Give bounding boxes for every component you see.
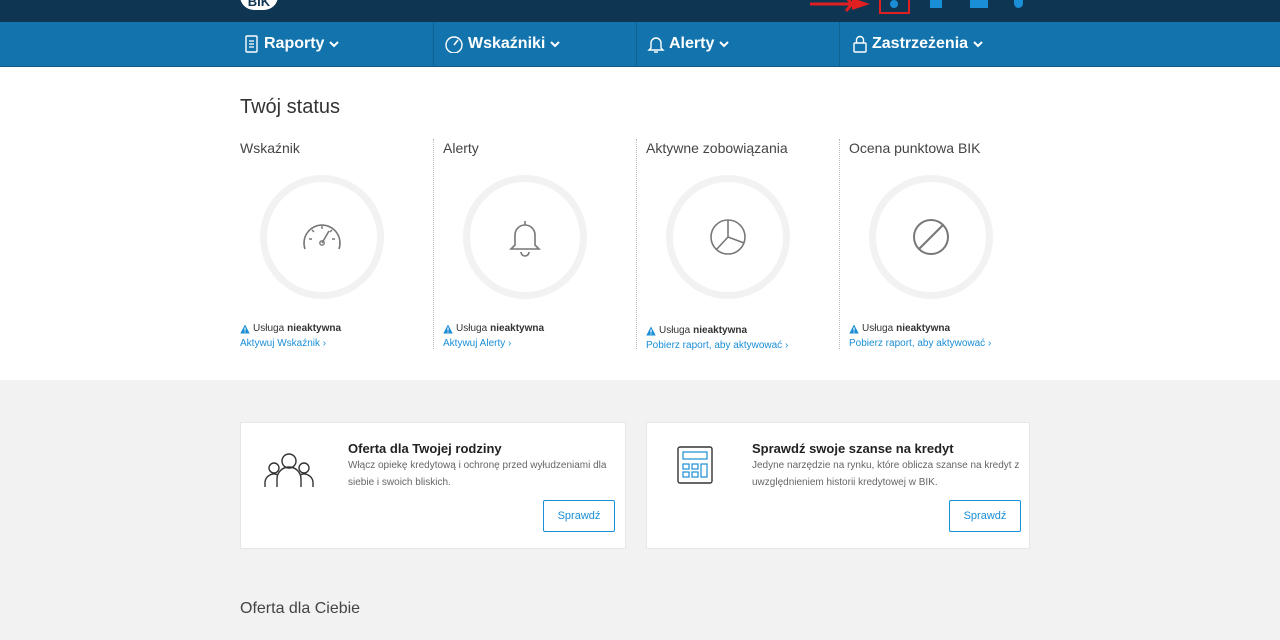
document-icon bbox=[245, 35, 258, 53]
card-title: Aktywne zobowiązania bbox=[646, 140, 788, 156]
nav-item-zastrzezenia[interactable]: Zastrzeżenia bbox=[852, 22, 987, 66]
nav-divider bbox=[839, 22, 840, 66]
lock-icon bbox=[853, 35, 867, 53]
column-divider bbox=[636, 139, 637, 349]
card-title: Sprawdź swoje szanse na kredyt bbox=[752, 441, 954, 456]
calculator-icon bbox=[677, 446, 713, 484]
chevron-down-icon bbox=[719, 41, 730, 48]
warning-status: nieaktywna bbox=[287, 323, 342, 334]
chevron-down-icon bbox=[973, 41, 983, 48]
nav-item-label: Wskaźniki bbox=[468, 35, 546, 52]
nav-item-label: Raporty bbox=[264, 35, 325, 52]
activate-link[interactable]: Aktywuj Alerty › bbox=[443, 338, 511, 349]
status-ring bbox=[260, 175, 384, 299]
user-settings-icon[interactable] bbox=[890, 0, 898, 8]
status-ring bbox=[463, 175, 587, 299]
status-title: Twój status bbox=[240, 96, 341, 118]
card-title: Oferta dla Twojej rodziny bbox=[348, 441, 502, 456]
status-card-wskaznik: Wskaźnik Usługa nieaktywna Aktywuj Wskaź… bbox=[240, 137, 443, 352]
card-title: Alerty bbox=[443, 140, 479, 156]
chevron-down-icon bbox=[550, 41, 561, 48]
warning-text: Usługa bbox=[456, 323, 488, 334]
documents-icon[interactable] bbox=[970, 0, 988, 8]
warning-text: Usługa bbox=[862, 323, 894, 334]
pie-chart-icon bbox=[710, 219, 746, 255]
download-report-link[interactable]: Pobierz raport, aby aktywować › bbox=[646, 340, 788, 351]
warning-icon bbox=[849, 324, 859, 333]
offer-section-title: Oferta dla Ciebie bbox=[240, 600, 361, 617]
check-credit-chance-button[interactable]: Sprawdź bbox=[949, 500, 1021, 532]
status-ring bbox=[666, 175, 790, 299]
download-report-link[interactable]: Pobierz raport, aby aktywować › bbox=[849, 338, 991, 349]
main-nav: Raporty Wskaźniki Alerty Zastrzeżenia bbox=[0, 22, 1280, 67]
status-card-zobowiazania: Aktywne zobowiązania Usługa nieaktywna P… bbox=[646, 137, 849, 352]
status-ring bbox=[869, 175, 993, 299]
warning-status: nieaktywna bbox=[896, 323, 951, 334]
nav-item-wskazniki[interactable]: Wskaźniki bbox=[444, 22, 564, 66]
family-icon bbox=[264, 453, 314, 487]
nav-divider bbox=[636, 22, 637, 66]
card-title: Ocena punktowa BIK bbox=[849, 140, 981, 156]
card-description: Jedyne narzędzie na rynku, które oblicza… bbox=[752, 460, 1020, 488]
nav-item-label: Alerty bbox=[669, 35, 715, 52]
warning-status: nieaktywna bbox=[490, 323, 545, 334]
warning-status: nieaktywna bbox=[693, 325, 748, 336]
nav-divider bbox=[433, 22, 434, 66]
status-warning: Usługa nieaktywna bbox=[646, 325, 747, 336]
family-offer-card: Oferta dla Twojej rodziny Włącz opiekę k… bbox=[240, 422, 626, 549]
card-description: Włącz opiekę kredytową i ochronę przed w… bbox=[348, 460, 607, 488]
logout-icon[interactable] bbox=[1014, 0, 1023, 8]
status-card-alerty: Alerty Usługa nieaktywna Aktywuj Alerty … bbox=[443, 137, 646, 352]
check-family-offer-button[interactable]: Sprawdź bbox=[543, 500, 615, 532]
gauge-icon bbox=[445, 36, 463, 53]
warning-text: Usługa bbox=[659, 325, 691, 336]
nav-item-raporty[interactable]: Raporty bbox=[244, 22, 343, 66]
warning-text: Usługa bbox=[253, 323, 285, 334]
credit-chance-card: Sprawdź swoje szanse na kredyt Jedyne na… bbox=[646, 422, 1030, 549]
card-title: Wskaźnik bbox=[240, 140, 300, 156]
disabled-icon bbox=[913, 219, 949, 255]
warning-icon bbox=[443, 324, 453, 333]
nav-item-label: Zastrzeżenia bbox=[872, 35, 969, 52]
gauge-icon bbox=[303, 224, 341, 250]
nav-item-alerty[interactable]: Alerty bbox=[647, 22, 733, 66]
warning-icon bbox=[240, 324, 250, 333]
bell-icon bbox=[509, 221, 541, 257]
warning-icon bbox=[646, 326, 656, 335]
column-divider bbox=[433, 139, 434, 349]
status-section: Twój status Wskaźnik Usługa nieaktywna A… bbox=[0, 67, 1280, 380]
bell-icon bbox=[647, 37, 665, 53]
status-warning: Usługa nieaktywna bbox=[849, 323, 950, 334]
chevron-down-icon bbox=[329, 41, 340, 48]
mail-icon[interactable] bbox=[930, 0, 942, 8]
status-card-ocena: Ocena punktowa BIK Usługa nieaktywna Pob… bbox=[849, 137, 1052, 352]
status-warning: Usługa nieaktywna bbox=[240, 323, 341, 334]
column-divider bbox=[839, 139, 840, 349]
activate-link[interactable]: Aktywuj Wskaźnik › bbox=[240, 338, 326, 349]
bik-logo[interactable]: BIK bbox=[240, 0, 278, 10]
top-bar: BIK bbox=[0, 0, 1280, 22]
status-warning: Usługa nieaktywna bbox=[443, 323, 544, 334]
red-arrow-annotation bbox=[810, 0, 870, 12]
